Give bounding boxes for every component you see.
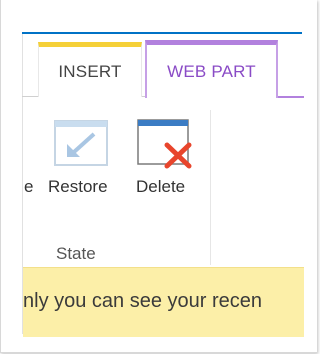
tab-web-part[interactable]: WEB PART [145,40,278,98]
tab-insert[interactable]: INSERT [38,42,142,97]
ribbon-top-accent [22,32,302,34]
delete-icon[interactable] [137,118,195,172]
restore-icon[interactable] [54,120,108,166]
tab-web-part-underline [276,96,304,98]
tab-web-part-label: WEB PART [167,61,256,81]
tab-insert-label: INSERT [58,62,122,81]
delete-button[interactable]: Delete [136,177,185,197]
status-notice-bar: nly you can see your recen [23,267,304,337]
partial-command-label: e [24,177,34,196]
restore-button[interactable]: Restore [48,177,108,197]
notice-text: nly you can see your recen [23,290,263,312]
ribbon-group-divider [210,110,211,265]
group-label-state: State [56,244,96,263]
